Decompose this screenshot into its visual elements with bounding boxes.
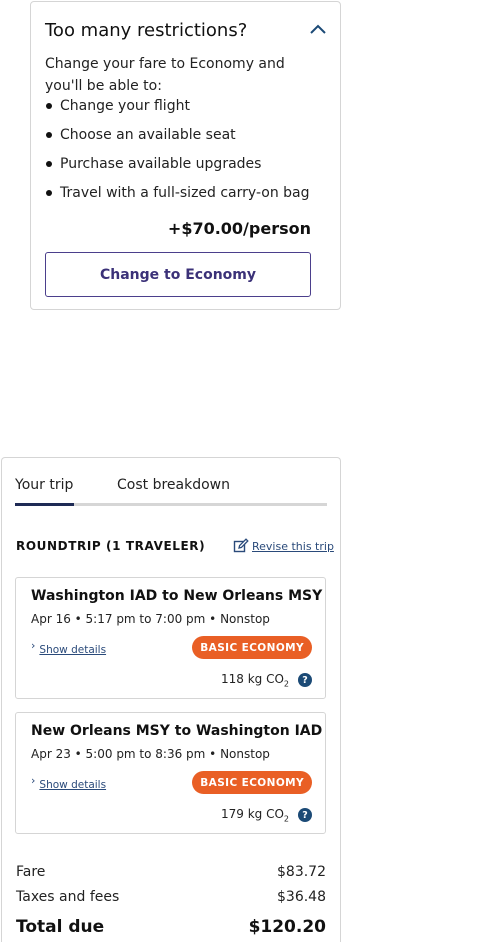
total-value: $120.20 (248, 917, 326, 937)
roundtrip-label: ROUNDTRIP (1 TRAVELER) (16, 539, 206, 553)
show-details-label: Show details (39, 779, 107, 791)
flight-card-return: New Orleans MSY to Washington IAD Apr 23… (15, 712, 326, 834)
co2-value: 118 kg CO2 (220, 672, 289, 689)
upgrade-price: +$70.00/person (167, 219, 311, 238)
taxes-value: $36.48 (277, 889, 326, 905)
restrictions-intro: Change your fare to Economy and you'll b… (45, 56, 285, 94)
list-item: Choose an available seat (45, 125, 310, 154)
benefits-list: Change your flight Choose an available s… (45, 96, 310, 212)
taxes-label: Taxes and fees (16, 889, 120, 905)
co2-value: 179 kg CO2 (220, 807, 289, 824)
list-item: Change your flight (45, 96, 310, 125)
restrictions-card: Too many restrictions? Change your fare … (30, 1, 341, 310)
fare-label: Fare (16, 864, 46, 880)
tab-active-indicator (15, 503, 74, 506)
chevron-right-icon: › (31, 639, 36, 652)
flight-route: Washington IAD to New Orleans MSY (31, 588, 323, 604)
bullet-icon (46, 132, 52, 138)
chevron-up-icon[interactable] (309, 22, 327, 36)
fare-class-badge: BASIC ECONOMY (192, 771, 312, 794)
benefit-text: Change your flight (60, 98, 190, 114)
total-label: Total due (16, 917, 105, 937)
edit-icon (233, 538, 249, 553)
taxes-row: Taxes and fees $36.48 (16, 889, 326, 905)
tab-cost-breakdown[interactable]: Cost breakdown (117, 477, 230, 493)
change-to-economy-button[interactable]: Change to Economy (45, 252, 311, 297)
co2-emissions: 179 kg CO2 ? (221, 807, 312, 823)
fare-value: $83.72 (277, 864, 326, 880)
flight-card-outbound: Washington IAD to New Orleans MSY Apr 16… (15, 577, 326, 699)
chevron-right-icon: › (31, 774, 36, 787)
tab-your-trip[interactable]: Your trip (15, 477, 73, 493)
restrictions-title: Too many restrictions? (45, 20, 248, 41)
flight-times: Apr 23 • 5:00 pm to 8:36 pm • Nonstop (31, 747, 270, 761)
flight-times: Apr 16 • 5:17 pm to 7:00 pm • Nonstop (31, 612, 270, 626)
benefit-text: Travel with a full-sized carry-on bag (60, 185, 310, 201)
show-details-link[interactable]: › Show details (31, 774, 107, 791)
total-row: Total due $120.20 (16, 917, 326, 937)
help-icon[interactable]: ? (298, 673, 312, 688)
flight-route: New Orleans MSY to Washington IAD (31, 723, 323, 739)
fare-class-badge: BASIC ECONOMY (192, 636, 312, 659)
show-details-label: Show details (39, 644, 107, 656)
bullet-icon (46, 103, 52, 109)
fare-row: Fare $83.72 (16, 864, 326, 880)
revise-trip-label: Revise this trip (252, 539, 334, 553)
list-item: Purchase available upgrades (45, 154, 310, 183)
bullet-icon (46, 161, 52, 167)
help-icon[interactable]: ? (298, 808, 312, 823)
co2-emissions: 118 kg CO2 ? (221, 672, 312, 688)
trip-summary-panel: Your trip Cost breakdown ROUNDTRIP (1 TR… (1, 457, 341, 942)
show-details-link[interactable]: › Show details (31, 639, 107, 656)
benefit-text: Purchase available upgrades (60, 156, 262, 172)
bullet-icon (46, 190, 52, 196)
list-item: Travel with a full-sized carry-on bag (45, 183, 310, 212)
revise-trip-link[interactable]: Revise this trip (233, 538, 334, 554)
benefit-text: Choose an available seat (60, 127, 236, 143)
